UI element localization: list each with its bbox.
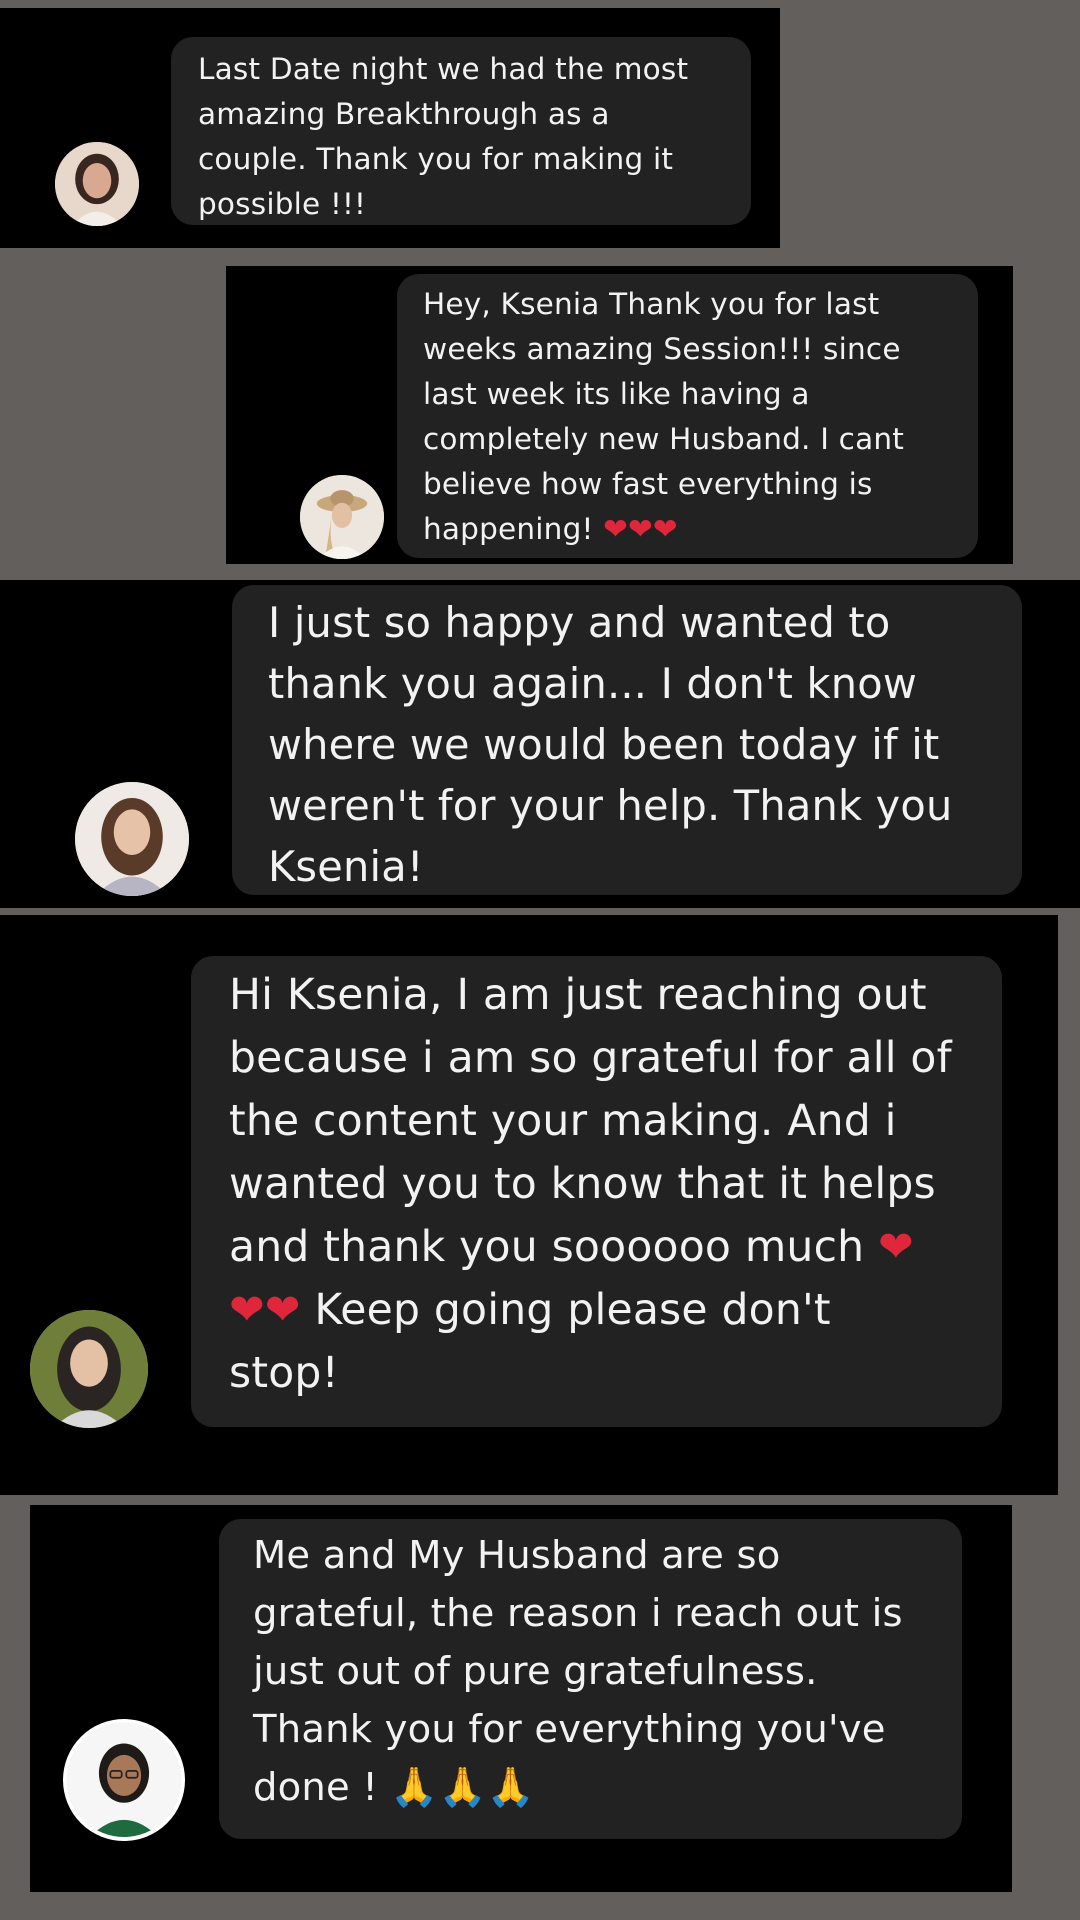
sender-avatar-2: [300, 475, 384, 559]
praying-hands-emoji: 🙏🙏🙏: [390, 1765, 535, 1810]
message-bubble-2: Hey, Ksenia Thank you for last weeks ama…: [397, 274, 978, 558]
woman-hat-avatar-icon: [300, 475, 384, 559]
message-bubble-3: I just so happy and wanted to thank you …: [232, 585, 1022, 895]
message-bubble-5: Me and My Husband are so grateful, the r…: [219, 1519, 962, 1839]
message-text-4a: Hi Ksenia, I am just reaching out becaus…: [229, 971, 952, 1272]
woman-glasses-avatar-icon: [67, 1723, 181, 1837]
heart-emoji: ❤: [877, 1223, 914, 1272]
message-bubble-4: Hi Ksenia, I am just reaching out becaus…: [191, 956, 1002, 1427]
hearts-emoji: ❤❤: [229, 1286, 301, 1335]
sender-avatar-1: [55, 142, 139, 226]
woman-avatar-icon: [55, 142, 139, 226]
hearts-emoji: ❤❤❤: [603, 512, 678, 546]
woman-avatar-icon: [30, 1310, 148, 1428]
message-text-3: I just so happy and wanted to thank you …: [268, 598, 953, 891]
woman-avatar-icon: [75, 782, 189, 896]
message-text-1: Last Date night we had the most amazing …: [198, 52, 689, 221]
sender-avatar-5: [63, 1719, 185, 1841]
message-text-4b: Keep going please don't stop!: [229, 1286, 831, 1398]
sender-avatar-3: [75, 782, 189, 896]
message-bubble-1: Last Date night we had the most amazing …: [171, 37, 751, 225]
message-text-5: Me and My Husband are so grateful, the r…: [253, 1533, 903, 1810]
sender-avatar-4: [30, 1310, 148, 1428]
